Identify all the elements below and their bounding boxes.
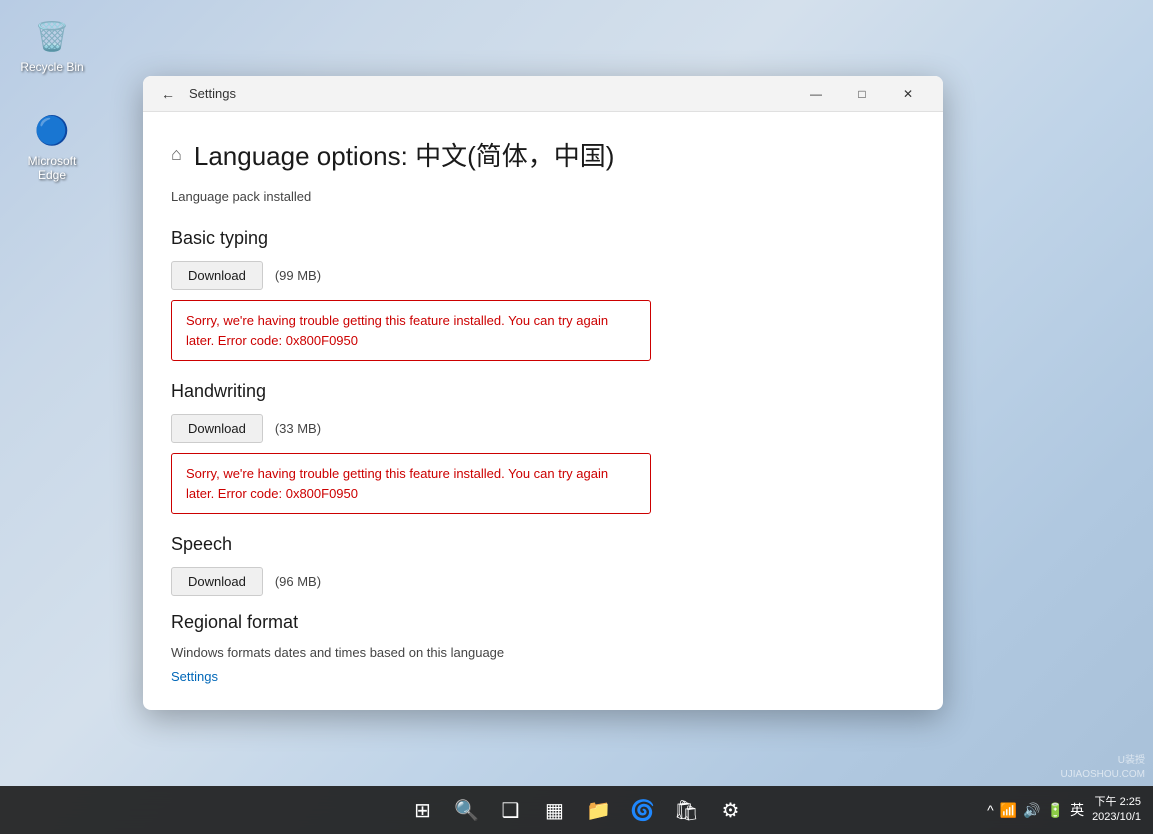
basic-typing-error-box: Sorry, we're having trouble getting this… bbox=[171, 300, 651, 361]
search-icon: 🔍 bbox=[454, 798, 479, 823]
explorer-icon: 📁 bbox=[586, 798, 611, 823]
title-bar: ← Settings — □ ✕ bbox=[143, 76, 943, 112]
settings-window: ← Settings — □ ✕ ⌂ Language options: 中文(… bbox=[143, 76, 943, 710]
start-icon: ⊞ bbox=[414, 798, 431, 823]
speech-file-size: (96 MB) bbox=[275, 574, 321, 589]
taskbar: ⊞ 🔍 ❑ ▦ 📁 🌀 🛍 ⚙ bbox=[0, 786, 1153, 834]
handwriting-file-size: (33 MB) bbox=[275, 421, 321, 436]
search-button[interactable]: 🔍 bbox=[449, 792, 485, 828]
taskbar-center: ⊞ 🔍 ❑ ▦ 📁 🌀 🛍 ⚙ bbox=[405, 792, 749, 828]
page-title: Language options: 中文(简体，中国) bbox=[194, 136, 615, 173]
date-value: 2023/10/1 bbox=[1092, 810, 1141, 825]
recycle-bin-image: 🗑️ bbox=[32, 16, 72, 56]
handwriting-download-button[interactable]: Download bbox=[171, 414, 263, 443]
recycle-bin-icon[interactable]: 🗑️ Recycle Bin bbox=[16, 16, 88, 74]
maximize-button[interactable]: □ bbox=[839, 76, 885, 112]
volume-icon[interactable]: 🔊 bbox=[1023, 802, 1040, 819]
speech-title: Speech bbox=[171, 534, 915, 555]
window-controls: — □ ✕ bbox=[793, 76, 931, 112]
home-icon[interactable]: ⌂ bbox=[171, 144, 182, 165]
watermark-text: U装授UJIAOSHOU.COM bbox=[1061, 754, 1145, 782]
edge-taskbar-icon: 🌀 bbox=[630, 798, 655, 823]
handwriting-error-box: Sorry, we're having trouble getting this… bbox=[171, 453, 651, 514]
basic-typing-download-button[interactable]: Download bbox=[171, 261, 263, 290]
start-button[interactable]: ⊞ bbox=[405, 792, 441, 828]
edge-icon[interactable]: 🔵 Microsoft Edge bbox=[16, 110, 88, 182]
handwriting-section: Handwriting Download (33 MB) Sorry, we'r… bbox=[171, 381, 915, 514]
time-display[interactable]: 下午 2:25 2023/10/1 bbox=[1092, 795, 1141, 826]
back-button[interactable]: ← bbox=[155, 84, 181, 104]
basic-typing-error-text: Sorry, we're having trouble getting this… bbox=[186, 313, 608, 348]
recycle-bin-label: Recycle Bin bbox=[20, 60, 83, 74]
time-value: 下午 2:25 bbox=[1092, 795, 1141, 810]
edge-taskbar-button[interactable]: 🌀 bbox=[625, 792, 661, 828]
speech-download-row: Download (96 MB) bbox=[171, 567, 915, 596]
handwriting-error-text: Sorry, we're having trouble getting this… bbox=[186, 466, 608, 501]
network-icon[interactable]: 📶 bbox=[1000, 802, 1017, 819]
basic-typing-download-row: Download (99 MB) bbox=[171, 261, 915, 290]
speech-download-button[interactable]: Download bbox=[171, 567, 263, 596]
watermark: U装授UJIAOSHOU.COM bbox=[1061, 754, 1145, 782]
speech-section: Speech Download (96 MB) bbox=[171, 534, 915, 596]
settings-taskbar-icon: ⚙ bbox=[722, 798, 740, 823]
task-view-icon: ❑ bbox=[502, 798, 520, 823]
handwriting-title: Handwriting bbox=[171, 381, 915, 402]
battery-icon[interactable]: 🔋 bbox=[1047, 802, 1064, 819]
settings-taskbar-button[interactable]: ⚙ bbox=[713, 792, 749, 828]
explorer-button[interactable]: 📁 bbox=[581, 792, 617, 828]
widgets-button[interactable]: ▦ bbox=[537, 792, 573, 828]
system-tray: ^ 📶 🔊 🔋 英 bbox=[987, 800, 1084, 820]
window-title: Settings bbox=[189, 86, 236, 101]
tray-chevron-icon[interactable]: ^ bbox=[987, 802, 994, 818]
title-bar-left: ← Settings bbox=[155, 84, 236, 104]
store-button[interactable]: 🛍 bbox=[669, 792, 705, 828]
edge-label: Microsoft Edge bbox=[16, 154, 88, 182]
basic-typing-file-size: (99 MB) bbox=[275, 268, 321, 283]
store-icon: 🛍 bbox=[674, 798, 699, 823]
taskbar-right: ^ 📶 🔊 🔋 英 下午 2:25 2023/10/1 bbox=[987, 795, 1141, 826]
basic-typing-section: Basic typing Download (99 MB) Sorry, we'… bbox=[171, 228, 915, 361]
page-header: ⌂ Language options: 中文(简体，中国) bbox=[171, 136, 915, 173]
widgets-icon: ▦ bbox=[545, 798, 564, 823]
regional-format-title: Regional format bbox=[171, 612, 915, 633]
close-button[interactable]: ✕ bbox=[885, 76, 931, 112]
minimize-button[interactable]: — bbox=[793, 76, 839, 112]
regional-settings-link[interactable]: Settings bbox=[171, 669, 218, 684]
lang-pack-status: Language pack installed bbox=[171, 189, 915, 204]
desktop: 🗑️ Recycle Bin 🔵 Microsoft Edge ← Settin… bbox=[0, 0, 1153, 834]
lang-indicator[interactable]: 英 bbox=[1070, 800, 1084, 820]
handwriting-download-row: Download (33 MB) bbox=[171, 414, 915, 443]
regional-format-section: Regional format Windows formats dates an… bbox=[171, 612, 915, 686]
settings-content: ⌂ Language options: 中文(简体，中国) Language p… bbox=[143, 112, 943, 710]
task-view-button[interactable]: ❑ bbox=[493, 792, 529, 828]
regional-format-description: Windows formats dates and times based on… bbox=[171, 645, 915, 660]
basic-typing-title: Basic typing bbox=[171, 228, 915, 249]
edge-image: 🔵 bbox=[32, 110, 72, 150]
